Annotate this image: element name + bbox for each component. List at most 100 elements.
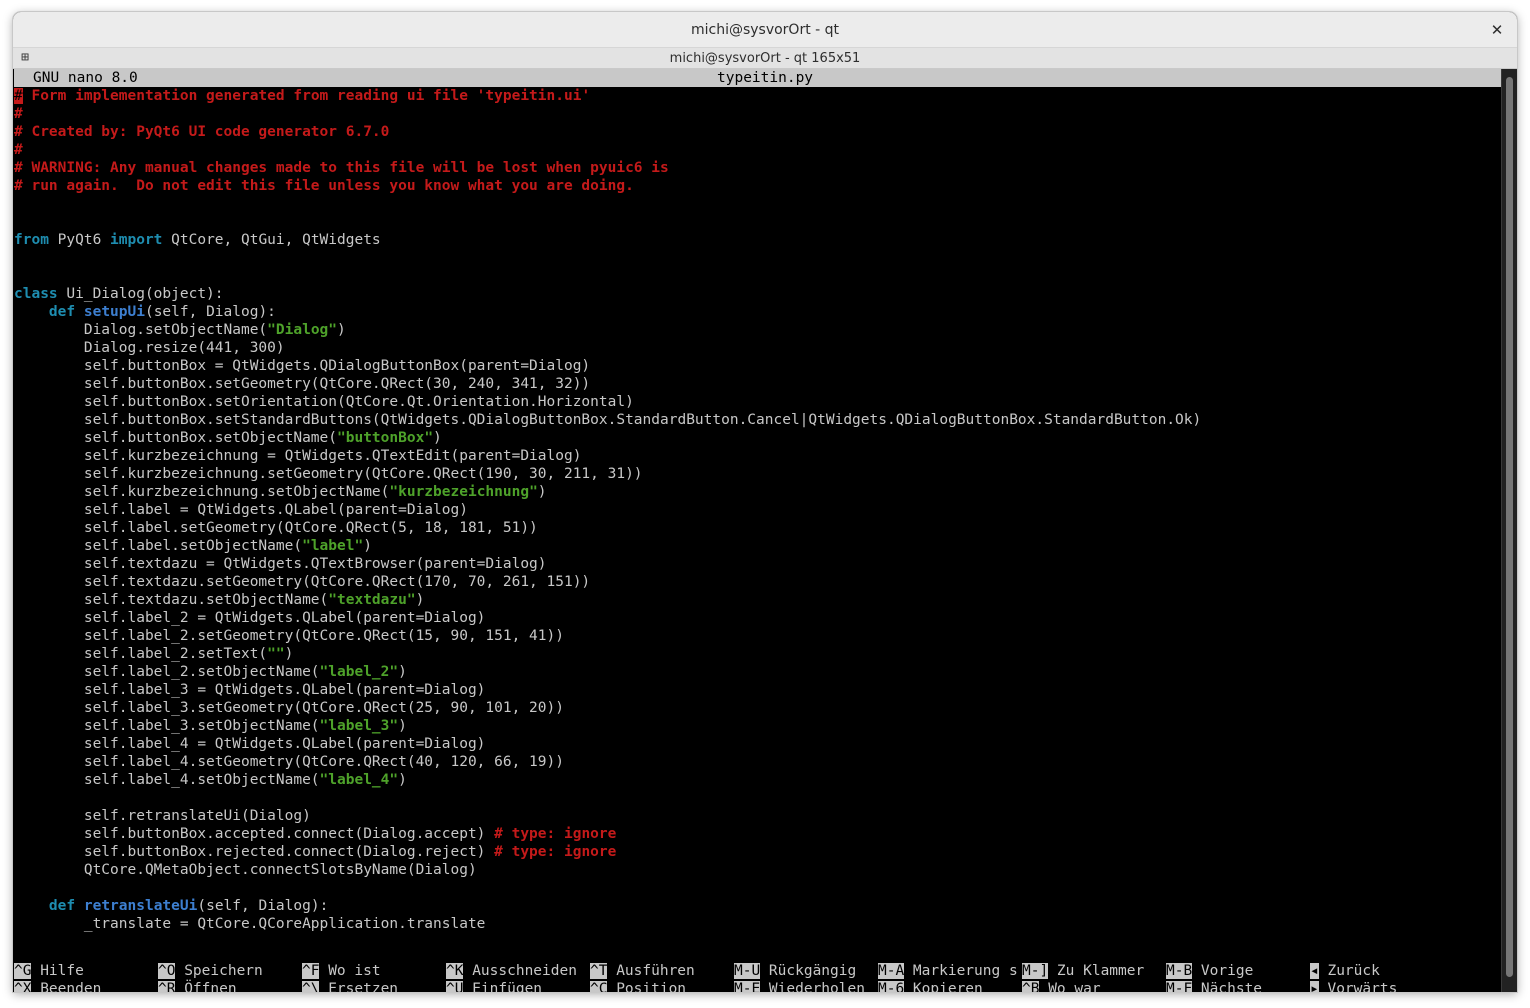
code-line: self.textdazu = QtWidgets.QTextBrowser(p… — [14, 555, 1501, 573]
shortcut-label: Kopieren — [904, 981, 983, 992]
shortcut-label: Ersetzen — [319, 981, 399, 992]
code-token: # run again. Do not edit this file unles… — [14, 178, 634, 194]
code-line: self.kurzbezeichnung.setGeometry(QtCore.… — [14, 465, 1501, 483]
text-cursor: # — [14, 88, 23, 104]
code-line: Dialog.resize(441, 300) — [14, 339, 1501, 357]
code-token: def — [48, 898, 76, 914]
code-token: _translate = QtCore.QCoreApplication.tra… — [14, 916, 486, 932]
shortcut-key: M-U — [734, 963, 761, 979]
code-token: self.buttonBox.setStandardButtons(QtWidg… — [14, 412, 1202, 428]
code-token: self.label.setGeometry(QtCore.QRect(5, 1… — [14, 520, 538, 536]
code-token: self.buttonBox.rejected.connect(Dialog.r… — [14, 844, 495, 860]
shortcut-label: Ausschneiden — [463, 963, 577, 979]
shortcut-key: ^G — [14, 963, 32, 979]
shortcut-label: Wiederholen — [760, 981, 865, 992]
code-token: "kurzbezeichnung" — [389, 484, 538, 500]
code-token: ) — [284, 646, 294, 662]
scrollbar-thumb[interactable] — [1506, 77, 1513, 977]
code-token: "label_3" — [319, 718, 399, 734]
code-line: # — [14, 105, 1501, 123]
nano-version: GNU nano 8.0 — [33, 70, 138, 86]
shortcut-label: Hilfe — [31, 963, 84, 979]
code-line: self.buttonBox.setObjectName("buttonBox"… — [14, 429, 1501, 447]
shortcut-key: M-E — [734, 981, 761, 992]
shortcut-item: ▸ Vorwärts — [1310, 980, 1397, 992]
code-token: Ui_Dialog(object): — [57, 286, 224, 302]
code-token: self.buttonBox.accepted.connect(Dialog.a… — [14, 826, 495, 842]
code-token: retranslateUi — [83, 898, 198, 914]
terminal-scrollbar[interactable] — [1501, 69, 1517, 992]
shortcut-label: Nächste — [1192, 981, 1263, 992]
close-icon[interactable]: ✕ — [1485, 18, 1509, 42]
code-line: self.buttonBox = QtWidgets.QDialogButton… — [14, 357, 1501, 375]
code-token: ) — [337, 322, 346, 338]
code-token: QtCore, QtGui, QtWidgets — [162, 232, 381, 248]
shortcut-item: ^B Wo war — [1022, 980, 1101, 992]
code-token: self.label.setObjectName( — [14, 538, 303, 554]
code-line: self.label_2.setText("") — [14, 645, 1501, 663]
code-token: "textdazu" — [328, 592, 416, 608]
terminal-window: michi@sysvorOrt - qt ✕ ⊞ michi@sysvorOrt… — [13, 12, 1517, 992]
shortcut-label: Markierung s — [904, 963, 1018, 979]
code-line: Dialog.setObjectName("Dialog") — [14, 321, 1501, 339]
shortcut-item: ^G Hilfe — [14, 962, 84, 980]
code-line: self.buttonBox.accepted.connect(Dialog.a… — [14, 825, 1501, 843]
code-line: self.label.setObjectName("label") — [14, 537, 1501, 555]
code-line: self.label_2 = QtWidgets.QLabel(parent=D… — [14, 609, 1501, 627]
shortcut-item: M-B Vorige — [1166, 962, 1253, 980]
code-token: Dialog.setObjectName( — [14, 322, 268, 338]
code-editor-area[interactable]: # Form implementation generated from rea… — [14, 87, 1501, 933]
code-line: self.label_2.setGeometry(QtCore.QRect(15… — [14, 627, 1501, 645]
shortcut-item: M-A Markierung s — [878, 962, 1018, 980]
code-token: self.label_4 = QtWidgets.QLabel(parent=D… — [14, 736, 486, 752]
code-line: QtCore.QMetaObject.connectSlotsByName(Di… — [14, 861, 1501, 879]
code-token: def — [48, 304, 76, 320]
code-line: class Ui_Dialog(object): — [14, 285, 1501, 303]
code-token: (self, Dialog): — [197, 898, 329, 914]
code-line: self.label_3.setGeometry(QtCore.QRect(25… — [14, 699, 1501, 717]
terminal-tabbar: ⊞ michi@sysvorOrt - qt 165x51 — [13, 48, 1517, 69]
shortcut-label: Einfügen — [463, 981, 543, 992]
terminal-screen[interactable]: GNU nano 8.0 typeitin.py # Form implemen… — [13, 69, 1501, 992]
shortcut-label: Zurück — [1318, 963, 1380, 979]
code-token: self.kurzbezeichnung.setObjectName( — [14, 484, 390, 500]
code-token: self.textdazu.setGeometry(QtCore.QRect(1… — [14, 574, 591, 590]
shortcut-label: Vorige — [1192, 963, 1254, 979]
code-token: self.label_3.setGeometry(QtCore.QRect(25… — [14, 700, 564, 716]
nano-header: GNU nano 8.0 typeitin.py — [14, 69, 1501, 87]
code-token: import — [110, 232, 163, 248]
shortcut-item: ^X Beenden — [14, 980, 101, 992]
code-token: self.buttonBox.setObjectName( — [14, 430, 338, 446]
code-token: from — [14, 232, 49, 248]
shortcut-key: ^B — [1022, 981, 1040, 992]
nano-shortcut-bar: ^G Hilfe ^O Speichern ^F Wo ist ^K Ausschne… — [14, 962, 1501, 992]
code-token: self.textdazu = QtWidgets.QTextBrowser(p… — [14, 556, 547, 572]
code-token: # Created by: PyQt6 UI code generator 6.… — [14, 124, 390, 140]
code-token: "Dialog" — [267, 322, 338, 338]
code-token: ) — [398, 772, 407, 788]
code-line: def setupUi(self, Dialog): — [14, 303, 1501, 321]
shortcut-item: ^T Ausführen — [590, 962, 695, 980]
shortcut-label: Ausführen — [607, 963, 695, 979]
code-line: self.buttonBox.setStandardButtons(QtWidg… — [14, 411, 1501, 429]
code-token: PyQt6 — [48, 232, 111, 248]
code-line: self.label = QtWidgets.QLabel(parent=Dia… — [14, 501, 1501, 519]
shortcut-key: M-B — [1166, 963, 1193, 979]
code-token: ) — [537, 484, 547, 500]
code-line: # — [14, 141, 1501, 159]
code-token: self.kurzbezeichnung.setGeometry(QtCore.… — [14, 466, 643, 482]
shortcut-item: ^C Position — [590, 980, 686, 992]
code-line: self.kurzbezeichnung = QtWidgets.QTextEd… — [14, 447, 1501, 465]
window-titlebar[interactable]: michi@sysvorOrt - qt ✕ — [13, 12, 1517, 48]
code-token: self.kurzbezeichnung = QtWidgets.QTextEd… — [14, 448, 582, 464]
code-token: ) — [433, 430, 442, 446]
shortcut-label: Position — [607, 981, 687, 992]
code-token: # — [14, 106, 23, 122]
